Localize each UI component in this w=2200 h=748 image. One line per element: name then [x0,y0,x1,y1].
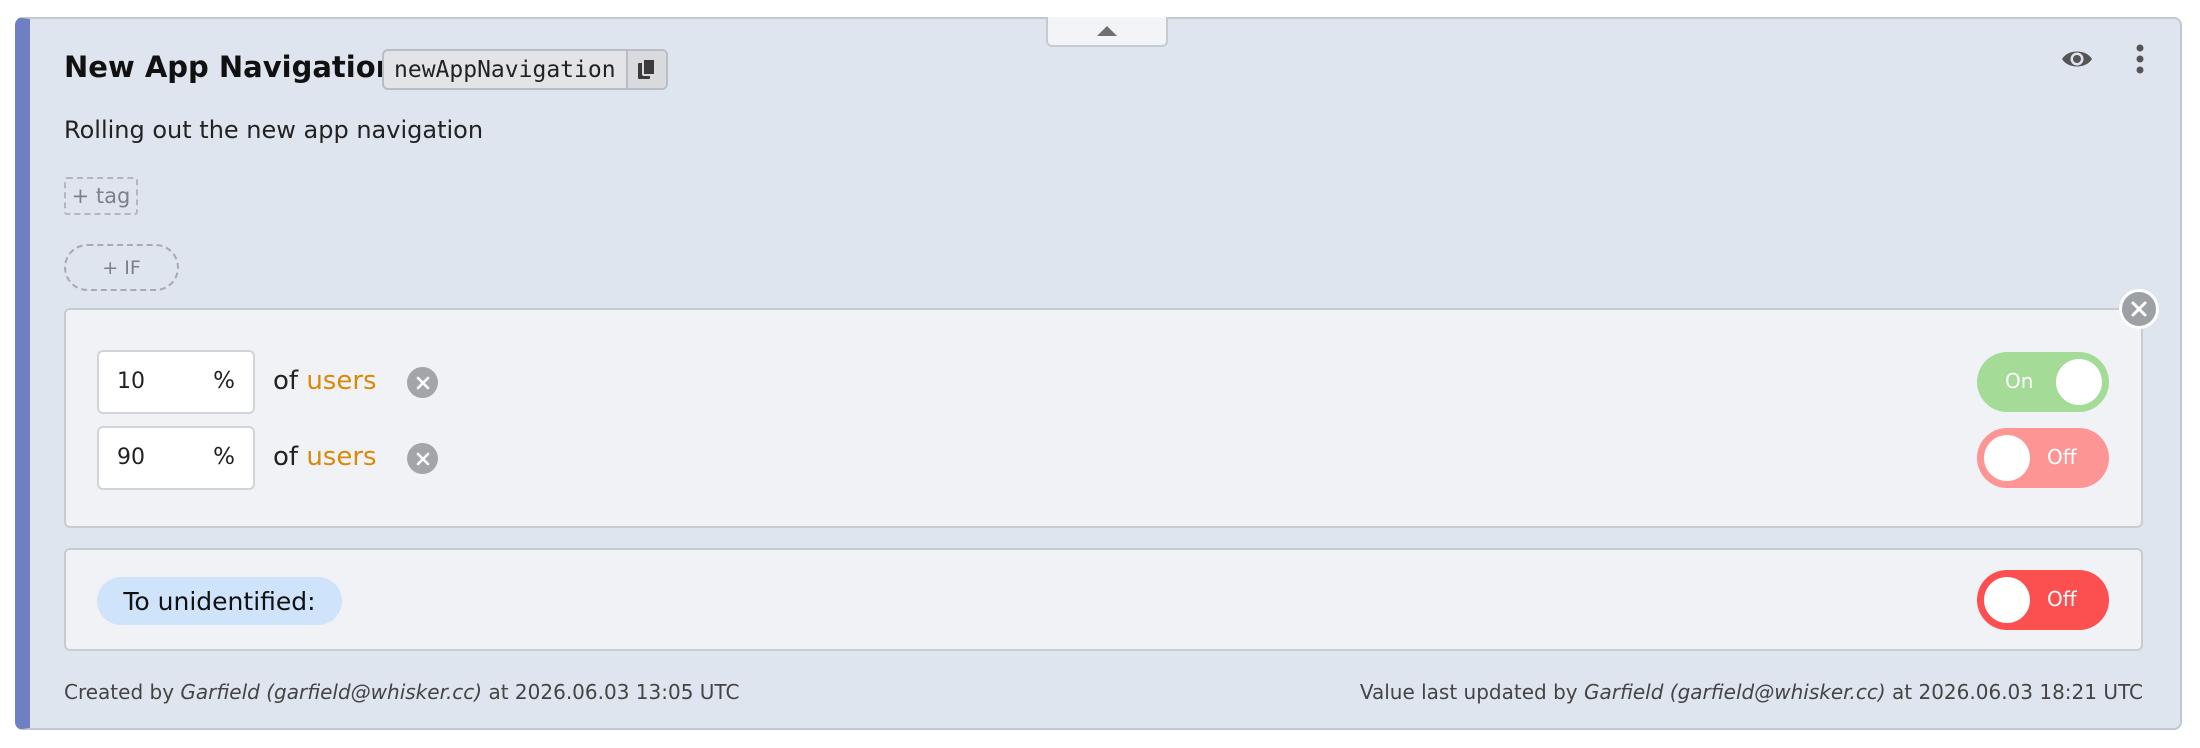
rollout-rule: 10 % of users On [97,350,2109,414]
flag-key-box: newAppNavigation [382,49,668,90]
remove-rule-button[interactable] [407,443,438,474]
created-info: Created by Garfield (garfield@whisker.cc… [64,680,739,704]
rule-audience: of users [273,366,377,396]
more-vertical-icon [2136,44,2144,74]
flag-key: newAppNavigation [394,56,616,83]
percent-input[interactable]: 90 % [97,426,255,490]
toggle-label: On [2005,369,2034,393]
segment-link[interactable]: users [306,442,376,472]
updated-at: at 2026.06.03 18:21 UTC [1892,680,2143,704]
flag-title: New App Navigation [64,50,397,84]
toggle-knob [2056,359,2102,405]
percent-value: 10 [117,369,145,394]
rule-audience: of users [273,442,377,472]
unidentified-panel [64,548,2143,651]
collapse-toggle[interactable] [1046,17,1168,47]
of-label: of [273,366,299,396]
updated-by: Garfield (garfield@whisker.cc) [1583,680,1886,704]
of-label: of [273,442,299,472]
close-icon [416,376,429,389]
eye-icon [2062,51,2092,67]
created-at: at 2026.06.03 13:05 UTC [488,680,740,704]
close-icon [416,452,429,465]
updated-prefix: Value last updated by [1359,680,1578,704]
created-prefix: Created by [64,680,175,704]
copy-key-button[interactable] [625,51,666,88]
close-icon [2131,301,2147,317]
rule-toggle[interactable]: Off [1977,428,2109,488]
updated-info: Value last updated by Garfield (garfield… [1360,680,2143,704]
watch-button[interactable] [2060,46,2094,76]
unidentified-label: To unidentified: [97,577,342,625]
percent-input[interactable]: 10 % [97,350,255,414]
toggle-label: Off [2047,587,2077,611]
percent-sign: % [213,368,235,394]
rule-toggle[interactable]: On [1977,352,2109,412]
rules-panel [64,308,2143,528]
percent-value: 90 [117,445,145,470]
copy-icon [637,57,656,79]
add-tag-button[interactable]: + tag [64,177,138,215]
unidentified-toggle[interactable]: Off [1977,570,2109,630]
toggle-knob [1984,435,2030,481]
remove-rule-button[interactable] [407,367,438,398]
toggle-label: Off [2047,445,2077,469]
more-menu-button[interactable] [2131,43,2149,79]
toggle-knob [1984,577,2030,623]
remove-panel-button[interactable] [2119,289,2159,329]
percent-sign: % [213,444,235,470]
flag-description: Rolling out the new app navigation [64,116,484,144]
created-by: Garfield (garfield@whisker.cc) [180,680,483,704]
chevron-up-icon [1097,26,1117,36]
segment-link[interactable]: users [306,366,376,396]
rollout-rule: 90 % of users Off [97,426,2109,490]
add-if-button[interactable]: + IF [64,244,179,291]
